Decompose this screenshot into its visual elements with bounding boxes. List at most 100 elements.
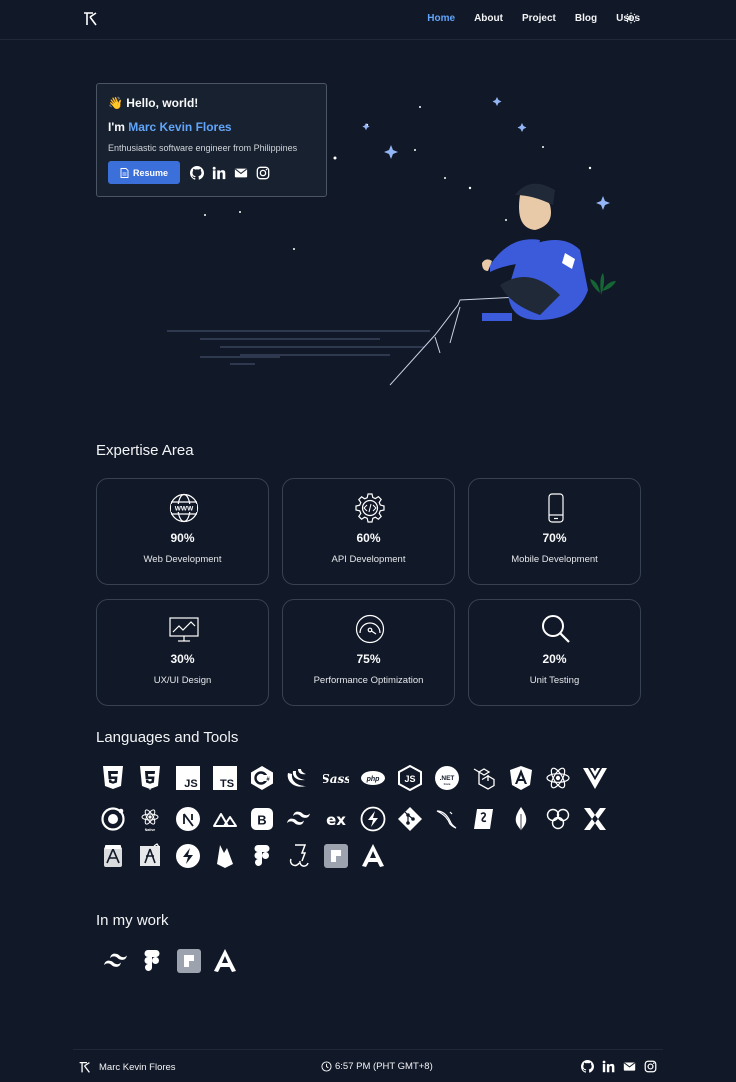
moon-icon (454, 107, 482, 136)
nuxt-icon (213, 813, 237, 827)
sanity-icon (474, 809, 493, 829)
expertise-card-mobile: 70% Mobile Development (468, 478, 641, 585)
chart-monitor-icon (169, 617, 199, 642)
expertise-label: Performance Optimization (313, 675, 424, 686)
greeting-text: 👋 Hello, world! (108, 96, 199, 110)
expertise-card-testing: 20% Unit Testing (468, 599, 641, 706)
nav-links: Home About Project Blog Uses (408, 13, 640, 24)
svg-text:Core: Core (444, 782, 451, 786)
html5-icon (103, 766, 123, 789)
svg-text:B: B (257, 813, 266, 828)
svg-text:JS: JS (404, 774, 415, 784)
figma-icon (254, 845, 270, 866)
linkedin-icon[interactable] (602, 1060, 615, 1073)
firebase-icon (217, 845, 233, 868)
nodejs-icon: JS (398, 765, 422, 791)
svg-text:Sass: Sass (323, 772, 349, 786)
instagram-icon[interactable] (644, 1060, 657, 1073)
mail-icon[interactable] (234, 166, 248, 180)
stackbit-icon (177, 949, 201, 973)
svg-text:php: php (366, 776, 381, 783)
stackbit-icon (324, 844, 348, 868)
footer-time-text: 6:57 PM (PHT GMT+8) (335, 1061, 433, 1072)
angular-icon (214, 949, 236, 972)
svg-text:WWW: WWW (175, 506, 194, 513)
javascript-icon: JS (176, 766, 200, 790)
top-navbar: Home About Project Blog Uses (0, 0, 736, 40)
expertise-card-api: 60% API Development (282, 478, 455, 585)
logo-icon[interactable] (78, 1061, 91, 1074)
react-icon (546, 767, 570, 789)
css3-icon: 3 (140, 766, 160, 791)
tailwind-icon (104, 953, 127, 967)
resume-button[interactable]: Resume (108, 161, 180, 184)
globe-icon: WWW (169, 493, 199, 523)
speedometer-icon (355, 614, 385, 644)
supabase-icon (176, 844, 200, 868)
svg-text:TS: TS (220, 778, 234, 790)
laravel-icon (473, 768, 495, 790)
tagline: Enthusiastic software engineer from Phil… (108, 143, 298, 153)
nav-about[interactable]: About (474, 13, 503, 24)
sun-icon[interactable] (625, 12, 637, 24)
expertise-label: Mobile Development (511, 554, 598, 565)
ionic-icon (101, 807, 125, 831)
svg-text:JS: JS (184, 778, 197, 790)
footer-name: Marc Kevin Flores (99, 1062, 176, 1073)
nav-home[interactable]: Home (427, 13, 455, 24)
jest-icon (289, 844, 309, 867)
angular-alt-icon (362, 844, 384, 867)
work-title: In my work (96, 912, 169, 929)
svg-text:Native: Native (145, 828, 156, 832)
sass-icon: Sass (323, 772, 349, 786)
expertise-percent: 30% (170, 652, 195, 666)
github-icon[interactable] (581, 1060, 594, 1073)
mongodb-icon (515, 807, 527, 831)
expertise-title: Expertise Area (96, 442, 194, 459)
android-studio-icon (104, 845, 122, 867)
languages-title: Languages and Tools (96, 729, 239, 746)
footer-time: 6:57 PM (PHT GMT+8) (321, 1061, 433, 1072)
figma-icon (144, 950, 160, 971)
logo-icon[interactable] (82, 11, 98, 27)
expertise-label: Web Development (143, 554, 222, 565)
nav-blog[interactable]: Blog (575, 13, 597, 24)
jquery-icon (287, 769, 306, 787)
mail-icon[interactable] (623, 1060, 636, 1073)
tailwind-icon (287, 811, 310, 825)
csharp-icon: # (251, 766, 273, 790)
svg-text:.NET: .NET (440, 775, 455, 782)
resume-label: Resume (132, 167, 168, 178)
gear-code-icon (355, 493, 385, 523)
tools-grid: 3 JS TS # Sass php JS .NETCore Native B … (100, 765, 620, 875)
expertise-card-web: WWW 90% Web Development (96, 478, 269, 585)
clock-icon (321, 1061, 332, 1072)
vue-icon (583, 768, 607, 789)
intro-card: 👋 Hello, world! I'm Marc Kevin Flores En… (96, 83, 327, 197)
mobile-icon (548, 493, 564, 523)
git-icon (398, 807, 422, 831)
github-icon[interactable] (190, 165, 204, 180)
php-icon: php (361, 771, 385, 785)
expertise-card-uxui: 30% UX/UI Design (96, 599, 269, 706)
xstate-icon (584, 808, 606, 830)
expertise-percent: 90% (170, 531, 195, 545)
instagram-icon[interactable] (256, 166, 270, 180)
react-native-icon: Native (141, 809, 159, 832)
svg-text:ex: ex (326, 811, 346, 829)
expertise-label: API Development (331, 554, 406, 565)
expertise-label: UX/UI Design (153, 675, 212, 686)
name-highlight: Marc Kevin Flores (128, 120, 232, 134)
expertise-card-performance: 75% Performance Optimization (282, 599, 455, 706)
bootstrap-icon: B (251, 808, 273, 830)
person-figure (482, 183, 588, 321)
linkedin-icon[interactable] (212, 166, 226, 180)
document-icon (120, 167, 129, 178)
work-tools (100, 948, 620, 978)
nav-project[interactable]: Project (522, 13, 556, 24)
express-icon: ex (326, 811, 346, 829)
typescript-icon: TS (213, 766, 237, 790)
dotnet-icon: .NETCore (435, 766, 459, 790)
nextjs-icon (176, 807, 200, 831)
expertise-percent: 20% (542, 652, 567, 666)
